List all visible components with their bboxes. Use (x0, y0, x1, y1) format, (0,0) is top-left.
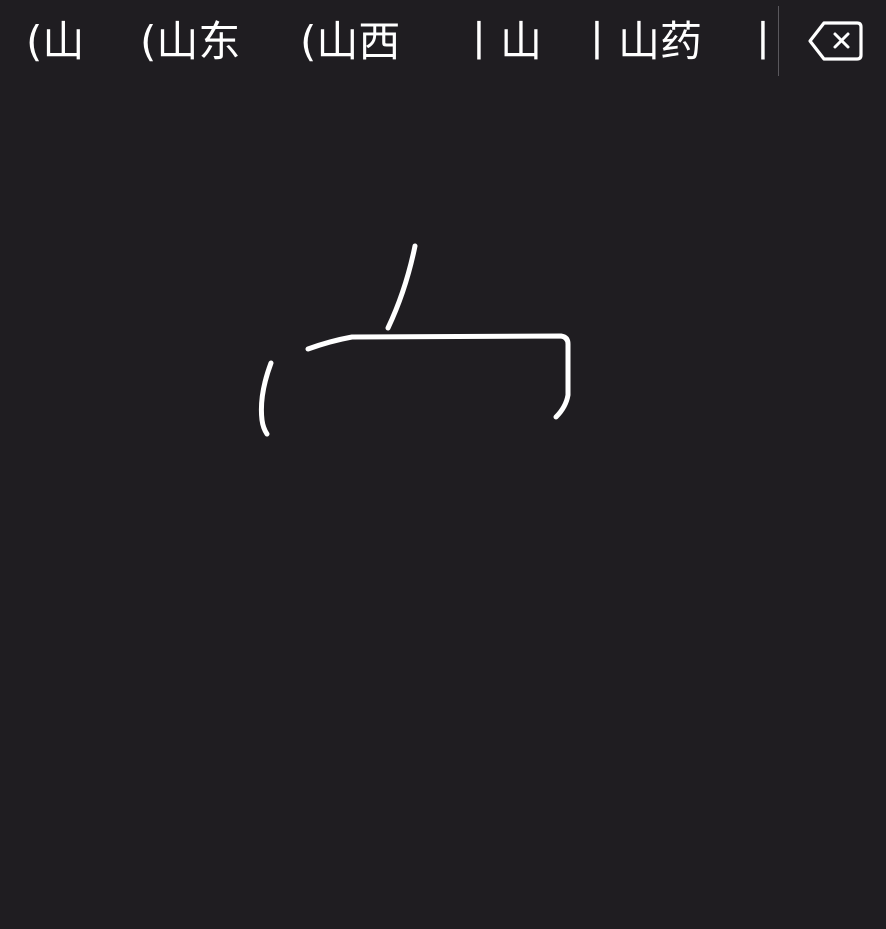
candidate-item[interactable]: 丨山 (458, 14, 542, 70)
ink-stroke (258, 360, 274, 437)
candidate-item[interactable]: (山东 (140, 14, 240, 70)
handwriting-input-panel: (山 (山东 (山西 丨山 丨山药 丨山 (0, 0, 886, 929)
ink-stroke (385, 243, 418, 331)
delete-button[interactable] (800, 14, 870, 72)
handwriting-strokes (258, 243, 571, 437)
candidate-item[interactable]: (山西 (300, 14, 400, 70)
candidate-list[interactable]: (山 (山东 (山西 丨山 丨山药 丨山 (0, 0, 778, 86)
handwriting-canvas[interactable] (0, 86, 886, 929)
candidate-item[interactable]: 丨山 (742, 14, 778, 70)
candidate-item[interactable]: 丨山药 (576, 14, 702, 70)
candidate-item[interactable]: (山 (26, 14, 84, 70)
divider (778, 6, 779, 76)
backspace-icon (807, 20, 863, 66)
ink-stroke (305, 333, 571, 420)
candidate-bar: (山 (山东 (山西 丨山 丨山药 丨山 (0, 0, 886, 86)
